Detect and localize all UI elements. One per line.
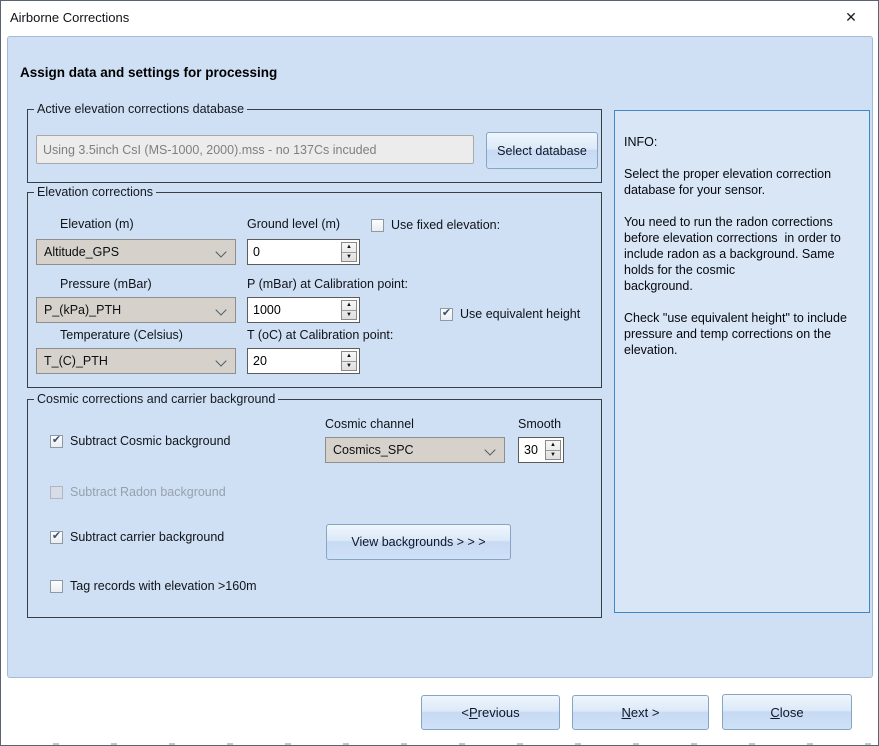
database-path-field: Using 3.5inch CsI (MS-1000, 2000).mss - … bbox=[36, 135, 474, 164]
cosmic-channel-label: Cosmic channel bbox=[325, 417, 414, 431]
info-textbox[interactable]: INFO: Select the proper elevation correc… bbox=[614, 110, 870, 613]
selected-value: P_(kPa)_PTH bbox=[44, 303, 121, 317]
elevation-label: Elevation (m) bbox=[60, 217, 134, 231]
chevron-down-icon bbox=[484, 444, 495, 455]
cosmic-group: Cosmic corrections and carrier backgroun… bbox=[27, 399, 602, 618]
info-paragraph: Check "use equivalent height" to include… bbox=[624, 310, 860, 358]
spinner-buttons: ▲ ▼ bbox=[545, 440, 561, 460]
spinner-buttons: ▲ ▼ bbox=[341, 300, 357, 320]
bottom-ruler-ticks bbox=[1, 743, 878, 745]
subtract-carrier-checkbox[interactable]: ✔ Subtract carrier background bbox=[50, 530, 224, 544]
spinner-buttons: ▲ ▼ bbox=[341, 242, 357, 262]
subtract-radon-checkbox: ✔ Subtract Radon background bbox=[50, 485, 226, 499]
page-title: Assign data and settings for processing bbox=[20, 65, 277, 80]
spinner-buttons: ▲ ▼ bbox=[341, 351, 357, 371]
info-paragraph: You need to run the radon corrections be… bbox=[624, 214, 860, 294]
temperature-channel-select[interactable]: T_(C)_PTH bbox=[36, 348, 236, 374]
selected-value: Cosmics_SPC bbox=[333, 443, 414, 457]
chevron-down-icon bbox=[215, 246, 226, 257]
button-accesskey: C bbox=[770, 705, 779, 720]
cosmic-group-legend: Cosmic corrections and carrier backgroun… bbox=[34, 392, 278, 406]
use-fixed-elevation-checkbox[interactable]: ✔ Use fixed elevation: bbox=[371, 218, 500, 232]
use-equivalent-height-checkbox[interactable]: ✔ Use equivalent height bbox=[440, 307, 580, 321]
info-title: INFO: bbox=[624, 134, 860, 150]
elevation-group-legend: Elevation corrections bbox=[34, 185, 156, 199]
spin-up-icon[interactable]: ▲ bbox=[546, 441, 560, 451]
selected-value: Altitude_GPS bbox=[44, 245, 119, 259]
elevation-channel-select[interactable]: Altitude_GPS bbox=[36, 239, 236, 265]
tag-records-checkbox[interactable]: ✔ Tag records with elevation >160m bbox=[50, 579, 257, 593]
ground-level-label: Ground level (m) bbox=[247, 217, 340, 231]
database-group-legend: Active elevation corrections database bbox=[34, 102, 247, 116]
close-button[interactable]: Close bbox=[722, 694, 852, 730]
spin-down-icon[interactable]: ▼ bbox=[546, 451, 560, 460]
smooth-label: Smooth bbox=[518, 417, 561, 431]
p-calibration-label: P (mBar) at Calibration point: bbox=[247, 277, 408, 291]
chevron-down-icon bbox=[215, 355, 226, 366]
checkbox-box: ✔ bbox=[440, 308, 453, 321]
spin-down-icon[interactable]: ▼ bbox=[342, 253, 356, 262]
checkbox-label: Use equivalent height bbox=[460, 307, 580, 321]
checkbox-label: Subtract Radon background bbox=[70, 485, 226, 499]
selected-value: T_(C)_PTH bbox=[44, 354, 108, 368]
subtract-cosmic-checkbox[interactable]: ✔ Subtract Cosmic background bbox=[50, 434, 231, 448]
database-group: Active elevation corrections database Us… bbox=[27, 109, 602, 183]
pressure-channel-select[interactable]: P_(kPa)_PTH bbox=[36, 297, 236, 323]
view-backgrounds-button[interactable]: View backgrounds > > > bbox=[326, 524, 511, 560]
wizard-page: Assign data and settings for processing … bbox=[7, 36, 873, 678]
select-database-button[interactable]: Select database bbox=[486, 132, 598, 169]
temperature-label: Temperature (Celsius) bbox=[60, 328, 183, 342]
spinner-value: 30 bbox=[524, 438, 538, 462]
checkbox-box: ✔ bbox=[371, 219, 384, 232]
checkbox-box: ✔ bbox=[50, 435, 63, 448]
button-label-part: lose bbox=[780, 705, 804, 720]
title-bar[interactable]: Airborne Corrections ✕ bbox=[1, 1, 878, 35]
elevation-group: Elevation corrections Elevation (m) Grou… bbox=[27, 192, 602, 388]
pressure-label: Pressure (mBar) bbox=[60, 277, 152, 291]
checkbox-box: ✔ bbox=[50, 531, 63, 544]
button-label-part: ext > bbox=[631, 705, 660, 720]
check-icon: ✔ bbox=[52, 531, 61, 542]
spin-up-icon[interactable]: ▲ bbox=[342, 352, 356, 362]
ground-level-spinner[interactable]: 0 ▲ ▼ bbox=[247, 239, 360, 265]
checkbox-box: ✔ bbox=[50, 580, 63, 593]
next-button[interactable]: Next > bbox=[572, 695, 709, 730]
cosmic-channel-select[interactable]: Cosmics_SPC bbox=[325, 437, 505, 463]
checkbox-label: Subtract carrier background bbox=[70, 530, 224, 544]
spin-up-icon[interactable]: ▲ bbox=[342, 243, 356, 253]
spinner-value: 0 bbox=[253, 240, 260, 264]
check-icon: ✔ bbox=[52, 435, 61, 446]
spin-down-icon[interactable]: ▼ bbox=[342, 311, 356, 320]
checkbox-label: Tag records with elevation >160m bbox=[70, 579, 257, 593]
window-title: Airborne Corrections bbox=[10, 10, 129, 25]
spin-up-icon[interactable]: ▲ bbox=[342, 301, 356, 311]
checkbox-label: Use fixed elevation: bbox=[391, 218, 500, 232]
chevron-down-icon bbox=[215, 304, 226, 315]
button-label-part: revious bbox=[478, 705, 520, 720]
checkbox-box: ✔ bbox=[50, 486, 63, 499]
button-accesskey: N bbox=[622, 705, 631, 720]
smooth-spinner[interactable]: 30 ▲ ▼ bbox=[518, 437, 564, 463]
spin-down-icon[interactable]: ▼ bbox=[342, 362, 356, 371]
check-icon: ✔ bbox=[442, 308, 451, 319]
spinner-value: 1000 bbox=[253, 298, 281, 322]
spinner-value: 20 bbox=[253, 349, 267, 373]
t-calibration-spinner[interactable]: 20 ▲ ▼ bbox=[247, 348, 360, 374]
checkbox-label: Subtract Cosmic background bbox=[70, 434, 231, 448]
button-label-part: < bbox=[461, 705, 469, 720]
button-accesskey: P bbox=[469, 705, 478, 720]
airborne-corrections-dialog: Airborne Corrections ✕ Assign data and s… bbox=[0, 0, 879, 746]
close-icon[interactable]: ✕ bbox=[830, 1, 872, 34]
p-calibration-spinner[interactable]: 1000 ▲ ▼ bbox=[247, 297, 360, 323]
info-paragraph: Select the proper elevation correction d… bbox=[624, 166, 860, 198]
t-calibration-label: T (oC) at Calibration point: bbox=[247, 328, 393, 342]
previous-button[interactable]: < Previous bbox=[421, 695, 560, 730]
